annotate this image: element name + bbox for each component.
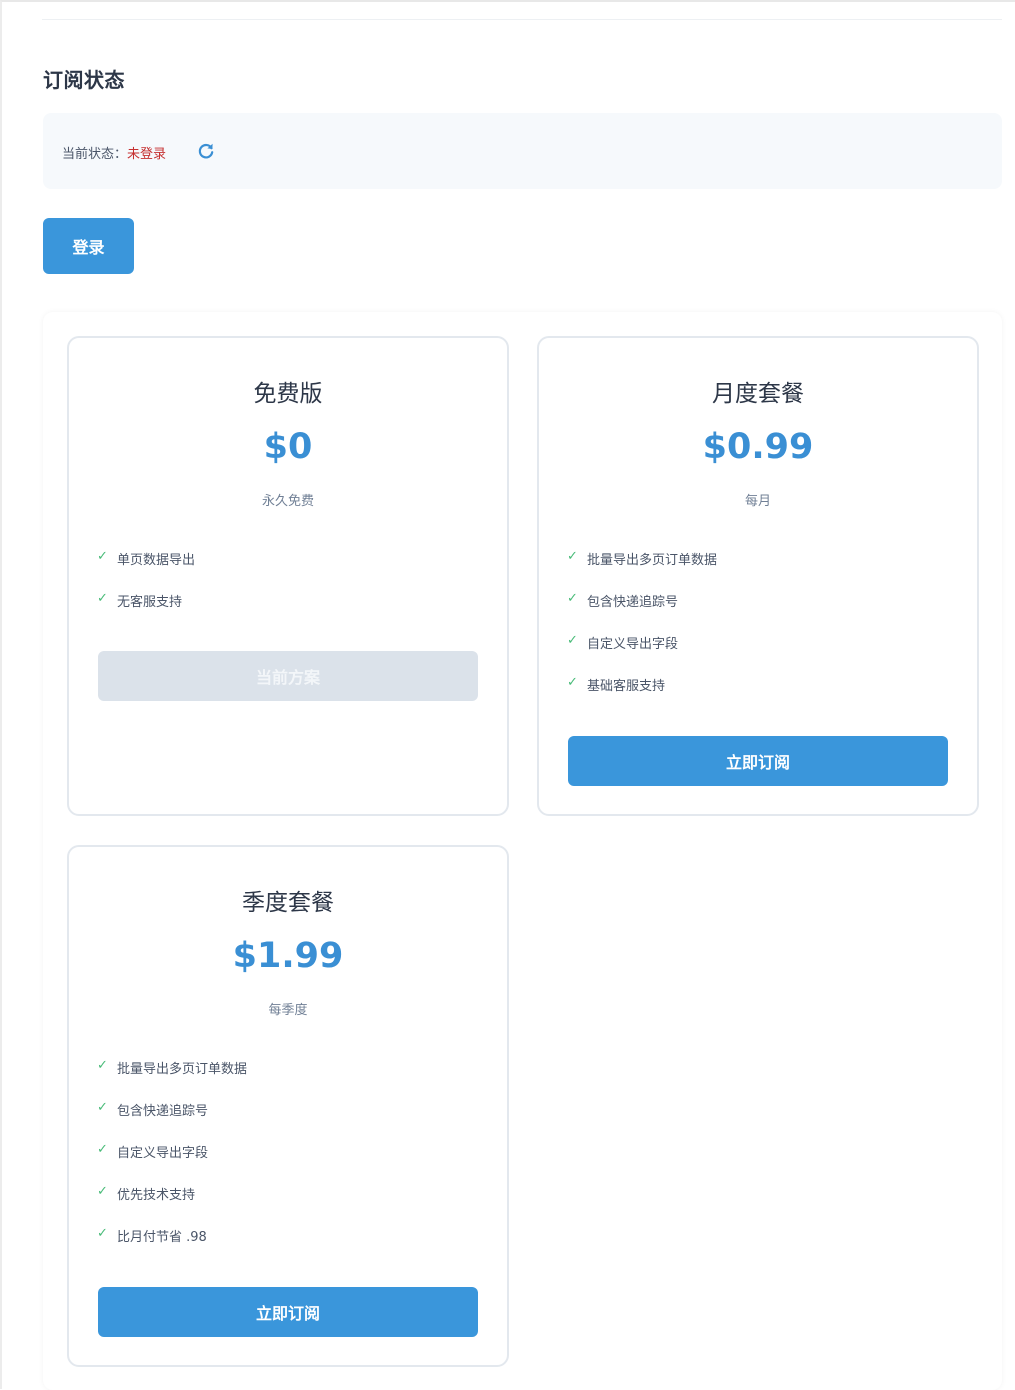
feature-item: ✓ 无客服支持 <box>97 591 195 633</box>
status-text: 当前状态：未登录 <box>62 143 166 162</box>
check-icon: ✓ <box>97 1058 108 1073</box>
plan-price: $0 <box>263 427 313 467</box>
plan-period: 每季度 <box>268 1003 308 1018</box>
feature-label: 包含快递追踪号 <box>117 1104 209 1119</box>
feature-list: ✓ 批量导出多页订单数据 ✓ 包含快递追踪号 ✓ 自定义导出字段 ✓ 优先技术支持 ✓ 比… <box>97 1058 247 1268</box>
feature-item: ✓ 批量导出多页订单数据 <box>567 549 717 591</box>
top-divider <box>42 19 1002 20</box>
check-icon: ✓ <box>567 549 578 564</box>
feature-list: ✓ 单页数据导出 ✓ 无客服支持 <box>97 549 195 633</box>
feature-label: 批量导出多页订单数据 <box>587 553 718 568</box>
check-icon: ✓ <box>567 633 578 648</box>
plans-panel: 免费版 $0 永久免费 ✓ 单页数据导出 ✓ 无客服支持 当前方案 月度套餐 $0.… <box>43 312 1002 1390</box>
plan-card-monthly: 月度套餐 $0.99 每月 ✓ 批量导出多页订单数据 ✓ 包含快递追踪号 ✓ 自定义导… <box>537 336 979 816</box>
feature-label: 自定义导出字段 <box>117 1146 209 1161</box>
feature-label: 包含快递追踪号 <box>587 595 679 610</box>
check-icon: ✓ <box>97 549 108 564</box>
plan-name: 免费版 <box>253 381 323 407</box>
subscribe-monthly-button[interactable]: 立即订阅 <box>568 736 948 786</box>
check-icon: ✓ <box>97 1184 108 1199</box>
check-icon: ✓ <box>97 1142 108 1157</box>
feature-item: ✓ 包含快递追踪号 <box>97 1100 247 1142</box>
feature-item: ✓ 包含快递追踪号 <box>567 591 717 633</box>
check-icon: ✓ <box>97 1100 108 1115</box>
check-icon: ✓ <box>97 1226 108 1241</box>
feature-list: ✓ 批量导出多页订单数据 ✓ 包含快递追踪号 ✓ 自定义导出字段 ✓ 基础客服支持 <box>567 549 717 717</box>
feature-item: ✓ 自定义导出字段 <box>97 1142 247 1184</box>
plan-price: $0.99 <box>702 427 814 467</box>
feature-item: ✓ 单页数据导出 <box>97 549 195 591</box>
feature-label: 批量导出多页订单数据 <box>117 1062 248 1077</box>
refresh-icon[interactable] <box>196 141 216 161</box>
status-label: 当前状态： <box>62 147 128 162</box>
check-icon: ✓ <box>567 675 578 690</box>
feature-label: 自定义导出字段 <box>587 637 679 652</box>
section-title: 订阅状态 <box>43 68 125 92</box>
feature-label: 无客服支持 <box>117 595 183 610</box>
plan-name: 月度套餐 <box>712 381 804 407</box>
feature-label: 基础客服支持 <box>587 679 666 694</box>
check-icon: ✓ <box>97 591 108 606</box>
plan-period: 每月 <box>744 494 771 509</box>
subscribe-quarterly-button[interactable]: 立即订阅 <box>98 1287 478 1337</box>
feature-item: ✓ 基础客服支持 <box>567 675 717 717</box>
login-button[interactable]: 登录 <box>43 218 134 274</box>
page-frame: 订阅状态 当前状态：未登录 登录 免费版 $0 永久免费 ✓ 单页数据导出 ✓ 无客… <box>0 0 1015 1390</box>
feature-item: ✓ 批量导出多页订单数据 <box>97 1058 247 1100</box>
plan-name: 季度套餐 <box>242 890 334 916</box>
plan-price: $1.99 <box>232 936 344 976</box>
feature-label: 比月付节省 .98 <box>117 1230 207 1245</box>
status-box: 当前状态：未登录 <box>43 113 1002 189</box>
feature-item: ✓ 优先技术支持 <box>97 1184 247 1226</box>
plan-card-free: 免费版 $0 永久免费 ✓ 单页数据导出 ✓ 无客服支持 当前方案 <box>67 336 509 816</box>
feature-item: ✓ 比月付节省 .98 <box>97 1226 247 1268</box>
current-plan-button[interactable]: 当前方案 <box>98 651 478 701</box>
status-value: 未登录 <box>127 147 167 162</box>
check-icon: ✓ <box>567 591 578 606</box>
plan-period: 永久免费 <box>261 494 314 509</box>
feature-label: 单页数据导出 <box>117 553 196 568</box>
feature-label: 优先技术支持 <box>117 1188 196 1203</box>
feature-item: ✓ 自定义导出字段 <box>567 633 717 675</box>
plan-card-quarterly: 季度套餐 $1.99 每季度 ✓ 批量导出多页订单数据 ✓ 包含快递追踪号 ✓ 自定义… <box>67 845 509 1367</box>
